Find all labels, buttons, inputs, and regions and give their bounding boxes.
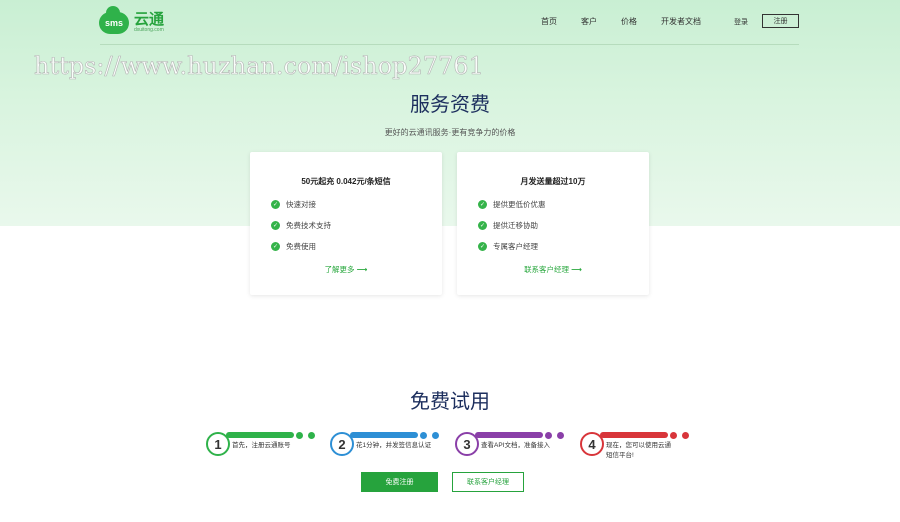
nav-divider bbox=[100, 44, 799, 45]
check-circle-icon: ✓ bbox=[478, 242, 487, 251]
nav-home[interactable]: 首页 bbox=[541, 16, 557, 27]
step-text: 花1分钟，并发签信息认证 bbox=[356, 442, 432, 449]
trial-title: 免费试用 bbox=[410, 391, 490, 413]
card-title: 50元起充 0.042元/条短信 bbox=[301, 177, 391, 186]
register-button[interactable]: 注册 bbox=[762, 14, 799, 28]
check-circle-icon: ✓ bbox=[271, 200, 280, 209]
card-title: 月发送量超过10万 bbox=[520, 177, 586, 186]
cloud-logo-icon: sms bbox=[99, 6, 129, 34]
learn-more-link[interactable]: 了解更多 ⟶ bbox=[250, 264, 442, 275]
step-text: 现在，您可以使用云通 短信平台! bbox=[606, 442, 671, 459]
contact-manager-button[interactable]: 联系客户经理 bbox=[452, 472, 524, 492]
nav-pricing[interactable]: 价格 bbox=[621, 16, 637, 27]
feature-item: ✓ 提供迁移协助 bbox=[478, 221, 538, 230]
step-text: 首先，注册云通账号 bbox=[232, 442, 291, 449]
trial-step-3: 3 查看API文档，准备接入 bbox=[455, 432, 570, 456]
feature-item: ✓ 快速对接 bbox=[271, 200, 316, 209]
arrow-right-icon: ⟶ bbox=[356, 265, 368, 274]
feature-item: ✓ 提供更低价优惠 bbox=[478, 200, 546, 209]
step-number: 4 bbox=[580, 432, 604, 456]
step-text: 查看API文档，准备接入 bbox=[481, 442, 550, 449]
check-circle-icon: ✓ bbox=[478, 221, 487, 230]
logo-domain: dxuitong.com bbox=[134, 27, 164, 33]
check-circle-icon: ✓ bbox=[271, 242, 280, 251]
step-number: 3 bbox=[455, 432, 479, 456]
trial-step-1: 1 首先，注册云通账号 bbox=[206, 432, 321, 456]
nav-docs[interactable]: 开发者文档 bbox=[661, 16, 701, 27]
pricing-card-basic: 50元起充 0.042元/条短信 ✓ 快速对接 ✓ 免费技术支持 ✓ 免费使用 … bbox=[250, 152, 442, 295]
watermark: https://www.huzhan.com/ishop27761 bbox=[34, 52, 484, 81]
feature-item: ✓ 专属客户经理 bbox=[478, 242, 538, 251]
contact-manager-link[interactable]: 联系客户经理 ⟶ bbox=[457, 264, 649, 275]
trial-step-4: 4 现在，您可以使用云通 短信平台! bbox=[580, 432, 695, 459]
pricing-title: 服务资费 bbox=[410, 94, 490, 116]
logo-name: 云通 bbox=[134, 11, 165, 28]
nav-customers[interactable]: 客户 bbox=[581, 16, 597, 27]
feature-item: ✓ 免费技术支持 bbox=[271, 221, 331, 230]
check-circle-icon: ✓ bbox=[271, 221, 280, 230]
login-link[interactable]: 登录 bbox=[734, 17, 748, 27]
check-circle-icon: ✓ bbox=[478, 200, 487, 209]
arrow-right-icon: ⟶ bbox=[571, 265, 582, 274]
logo[interactable]: sms 云通 dxuitong.com bbox=[99, 6, 165, 36]
feature-item: ✓ 免费使用 bbox=[271, 242, 316, 251]
step-number: 1 bbox=[206, 432, 230, 456]
free-register-button[interactable]: 免费注册 bbox=[361, 472, 438, 492]
step-number: 2 bbox=[330, 432, 354, 456]
trial-step-2: 2 花1分钟，并发签信息认证 bbox=[330, 432, 445, 456]
pricing-card-volume: 月发送量超过10万 ✓ 提供更低价优惠 ✓ 提供迁移协助 ✓ 专属客户经理 联系… bbox=[457, 152, 649, 295]
pricing-subtitle: 更好的云通讯服务·更有竞争力的价格 bbox=[384, 128, 516, 137]
